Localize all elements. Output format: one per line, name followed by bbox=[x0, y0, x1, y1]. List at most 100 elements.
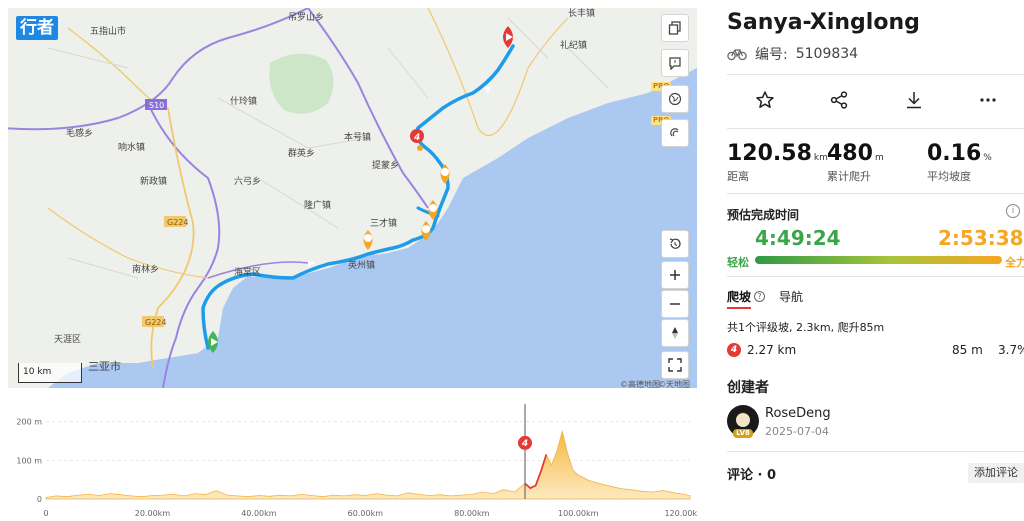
level-badge: LV8 bbox=[733, 429, 753, 438]
x-tick-label: 80.00km bbox=[454, 509, 490, 518]
place-label: 三亚市 bbox=[88, 359, 121, 373]
divider bbox=[727, 193, 1024, 194]
creator-name[interactable]: RoseDeng bbox=[765, 406, 831, 421]
help-icon[interactable]: ? bbox=[754, 291, 766, 302]
history-icon bbox=[669, 238, 681, 249]
place-label: 吊罗山乡 bbox=[288, 12, 324, 23]
x-tick-label: 60.00km bbox=[348, 509, 384, 518]
place-label: 天涯区 bbox=[54, 334, 81, 345]
minus-icon bbox=[670, 303, 680, 305]
tab-climb[interactable]: 爬坡 ? bbox=[727, 288, 766, 305]
more-icon bbox=[980, 98, 996, 102]
globe-icon bbox=[668, 92, 682, 106]
stat-unit: m bbox=[874, 153, 884, 163]
hard-time: 2:53:38 bbox=[938, 226, 1024, 250]
tab-bar: 爬坡 ? 导航 bbox=[727, 288, 803, 305]
map-scale: 10 km bbox=[18, 363, 82, 383]
place-label: 什玲镇 bbox=[230, 95, 257, 107]
easy-label: 轻松 bbox=[727, 256, 749, 269]
estimate-heading: 预估完成时间 bbox=[727, 208, 800, 222]
stat-avg-grade: 0.16% 平均坡度 bbox=[927, 141, 992, 184]
effort-gradient-bar bbox=[755, 256, 1002, 264]
hard-label: 全力 bbox=[1005, 256, 1024, 269]
bicycle-icon bbox=[727, 49, 747, 61]
app-logo: 行者 bbox=[16, 16, 58, 40]
copy-button[interactable] bbox=[661, 14, 689, 42]
divider bbox=[727, 276, 1024, 277]
stat-unit: % bbox=[983, 153, 992, 163]
basemap-button[interactable] bbox=[661, 85, 689, 113]
route-info-panel: Sanya-Xinglong 编号: 5109834 120.58 km 距离 … bbox=[713, 0, 1024, 521]
download-button[interactable] bbox=[900, 86, 928, 114]
fullscreen-icon bbox=[668, 358, 682, 372]
route-map[interactable]: 五指山市 吊罗山乡 长丰镇 礼纪镇 什玲镇 毛感乡 响水镇 本号镇 群英乡 提蒙… bbox=[8, 8, 697, 388]
route-title: Sanya-Xinglong bbox=[727, 10, 920, 35]
heatmap-button[interactable] bbox=[661, 119, 689, 147]
route-id-value: 5109834 bbox=[795, 46, 859, 62]
climb-grade: 3.7% bbox=[998, 343, 1024, 357]
favorite-button[interactable] bbox=[751, 86, 779, 114]
place-label: 群英乡 bbox=[288, 147, 315, 159]
place-label: 南林乡 bbox=[132, 263, 159, 275]
place-label: 提蒙乡 bbox=[372, 159, 399, 171]
road-shield: G224 bbox=[167, 218, 188, 227]
stat-label: 平均坡度 bbox=[927, 170, 971, 183]
zoom-out-button[interactable] bbox=[661, 290, 689, 318]
stat-distance: 120.58 km 距离 bbox=[727, 141, 828, 184]
x-tick-label: 40.00km bbox=[241, 509, 277, 518]
elevation-area bbox=[45, 429, 691, 500]
divider bbox=[727, 128, 1024, 129]
action-bar bbox=[727, 86, 1024, 116]
add-comment-button[interactable]: 添加评论 bbox=[968, 463, 1024, 483]
stat-unit: km bbox=[813, 153, 828, 163]
climb-summary: 共1个评级坡, 2.3km, 爬升85m bbox=[727, 321, 885, 334]
stat-value: 120.58 bbox=[727, 141, 812, 166]
place-label: 毛感乡 bbox=[66, 127, 93, 139]
star-icon bbox=[756, 91, 774, 108]
route-id-label: 编号: bbox=[755, 47, 788, 63]
place-label: 礼纪镇 bbox=[560, 39, 587, 51]
active-tab-indicator bbox=[727, 307, 751, 309]
copy-icon bbox=[668, 21, 681, 35]
plus-icon bbox=[670, 270, 680, 280]
compass-icon bbox=[672, 327, 678, 339]
x-tick-label: 120.00km bbox=[664, 509, 697, 518]
elevation-chart[interactable]: 200 m 100 m 00 20.00km 40.00km 60.00km 80.00km… bbox=[8, 400, 697, 521]
reset-view-button[interactable] bbox=[661, 230, 689, 258]
place-label: 长丰镇 bbox=[568, 8, 595, 19]
road-shield: S10 bbox=[149, 101, 164, 110]
stat-value: 0.16 bbox=[927, 141, 982, 166]
share-icon bbox=[830, 91, 848, 109]
place-label: 六弓乡 bbox=[234, 175, 261, 187]
route-detail-page: 五指山市 吊罗山乡 长丰镇 礼纪镇 什玲镇 毛感乡 响水镇 本号镇 群英乡 提蒙… bbox=[0, 0, 1024, 521]
compass-button[interactable] bbox=[661, 319, 689, 347]
x-tick-label: 0 bbox=[43, 509, 48, 518]
fullscreen-button[interactable] bbox=[661, 351, 689, 379]
stat-label: 累计爬升 bbox=[827, 170, 871, 183]
climb-marker-label: 4 bbox=[413, 133, 420, 143]
map-canvas: 五指山市 吊罗山乡 长丰镇 礼纪镇 什玲镇 毛感乡 响水镇 本号镇 群英乡 提蒙… bbox=[8, 8, 697, 388]
divider bbox=[727, 451, 1024, 452]
place-label: 新政镇 bbox=[140, 175, 167, 187]
more-button[interactable] bbox=[974, 86, 1002, 114]
place-label: 英州镇 bbox=[348, 259, 375, 271]
stat-label: 距离 bbox=[727, 170, 749, 183]
download-icon bbox=[907, 92, 921, 109]
place-label: 本号镇 bbox=[344, 131, 371, 143]
stat-elevation-gain: 480 m 累计爬升 bbox=[827, 141, 884, 184]
info-icon[interactable]: i bbox=[1006, 204, 1020, 218]
tab-navigation[interactable]: 导航 bbox=[779, 288, 803, 305]
place-label: 三才镇 bbox=[370, 217, 397, 229]
stat-value: 480 bbox=[827, 141, 873, 166]
map-attribution: ©天地图 bbox=[658, 380, 690, 388]
place-label: 海棠区 bbox=[234, 266, 261, 278]
climb-marker-label: 4 bbox=[521, 439, 528, 449]
comments-heading: 评论 · 0 bbox=[727, 468, 777, 483]
share-button[interactable] bbox=[825, 86, 853, 114]
zoom-in-button[interactable] bbox=[661, 261, 689, 289]
road-shield: G224 bbox=[145, 318, 166, 327]
message-icon bbox=[669, 57, 681, 70]
comment-map-button[interactable] bbox=[661, 49, 689, 77]
creator-date: 2025-07-04 bbox=[765, 425, 829, 438]
climb-gain: 85 m bbox=[952, 343, 983, 357]
